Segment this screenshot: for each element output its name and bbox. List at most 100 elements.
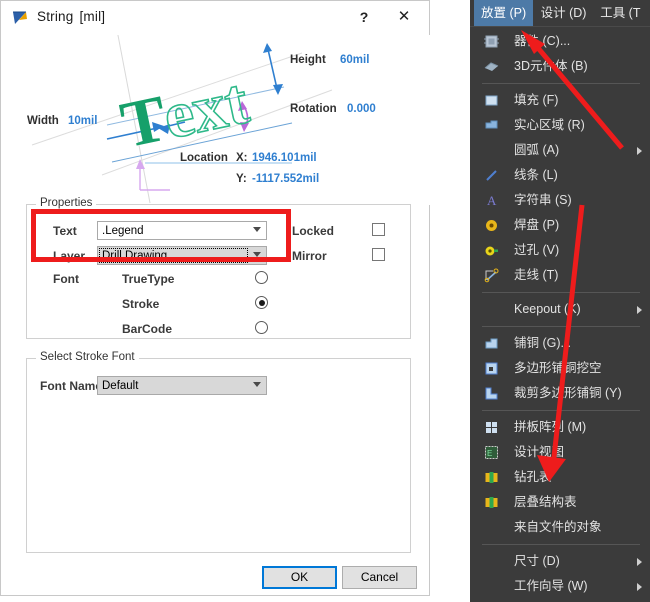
place-menu-panel: 放置 (P) 设计 (D) 工具 (T 器件 (C)... 3D元件体 (B) 填充 (…: [470, 0, 650, 602]
properties-group-title: Properties: [36, 197, 97, 209]
width-label: Width: [27, 115, 59, 127]
rotation-label: Rotation: [290, 103, 337, 115]
menubar-item-0[interactable]: 放置 (P): [474, 0, 534, 26]
menu-item-12[interactable]: 多边形铺铜挖空: [470, 356, 650, 381]
select-stroke-font-group: Select Stroke Font Font Name Default: [26, 351, 411, 553]
font-name-combobox[interactable]: Default: [97, 376, 267, 395]
menu-item-label: 填充 (F): [514, 93, 559, 107]
svg-text:A: A: [487, 193, 497, 208]
font-option-barcode-label: BarCode: [122, 322, 173, 336]
menubar-item-1[interactable]: 设计 (D): [534, 0, 594, 26]
menu-item-8[interactable]: 过孔 (V): [470, 238, 650, 263]
menu-item-label: 圆弧 (A): [514, 143, 560, 157]
menu-item-label: 铺铜 (G)...: [514, 336, 571, 350]
chevron-right-icon: [637, 147, 642, 155]
menu-item-16[interactable]: 钻孔表: [470, 465, 650, 490]
menu-item-11[interactable]: 铺铜 (G)...: [470, 331, 650, 356]
menu-item-13[interactable]: 裁剪多边形铺铜 (Y): [470, 381, 650, 406]
width-value: 10mil: [68, 115, 97, 127]
menu-item-2[interactable]: 填充 (F): [470, 88, 650, 113]
font-option-stroke-radio[interactable]: [255, 296, 268, 309]
select-stroke-font-group-title: Select Stroke Font: [36, 351, 139, 363]
text-combobox[interactable]: .Legend: [97, 221, 267, 240]
pad-icon: [484, 218, 499, 233]
height-value: 60mil: [340, 54, 369, 66]
menu-item-4[interactable]: 圆弧 (A): [470, 138, 650, 163]
fill-icon: [484, 93, 499, 108]
menu-item-18[interactable]: 来自文件的对象: [470, 515, 650, 540]
menu-item-14[interactable]: 拼板阵列 (M): [470, 415, 650, 440]
menubar-item-2[interactable]: 工具 (T: [593, 0, 647, 26]
menu-item-3[interactable]: 实心区域 (R): [470, 113, 650, 138]
body3d-icon: [484, 59, 499, 74]
font-option-barcode-radio[interactable]: [255, 321, 268, 334]
layer-stack-table-icon: [484, 495, 499, 510]
menu-item-5[interactable]: 线条 (L): [470, 163, 650, 188]
font-name-combobox-value: Default: [102, 380, 139, 392]
menu-item-1[interactable]: 3D元件体 (B): [470, 54, 650, 79]
solid-region-icon: [484, 118, 499, 133]
menu-item-label: 设计视图: [514, 445, 565, 459]
menu-item-19[interactable]: 尺寸 (D): [470, 549, 650, 574]
chevron-right-icon: [637, 583, 642, 591]
preview-sample-text-outline: ext: [157, 64, 255, 153]
menu-item-15[interactable]: E 设计视图: [470, 440, 650, 465]
locked-checkbox[interactable]: [372, 223, 385, 236]
menu-item-10[interactable]: Keepout (K): [470, 297, 650, 322]
dialog-title-unit: [mil]: [79, 9, 106, 24]
menu-separator: [482, 410, 640, 411]
menu-item-label: 线条 (L): [514, 168, 558, 182]
dialog-title: String [mil]: [37, 9, 105, 24]
layer-combobox-value: Drill Drawing: [102, 250, 168, 262]
menubar: 放置 (P) 设计 (D) 工具 (T: [470, 0, 650, 27]
track-icon: [484, 268, 499, 283]
menu-separator: [482, 544, 640, 545]
locked-label: Locked: [292, 224, 335, 238]
location-label: Location: [180, 152, 228, 164]
menu-item-label: 字符串 (S): [514, 193, 572, 207]
string-icon: A: [484, 193, 499, 208]
close-button[interactable]: ✕: [391, 6, 417, 28]
dialog-title-text: String: [37, 9, 74, 24]
location-x-value: 1946.101mil: [252, 152, 317, 164]
menu-item-7[interactable]: 焊盘 (P): [470, 213, 650, 238]
mirror-checkbox[interactable]: [372, 248, 385, 261]
menu-separator: [482, 326, 640, 327]
place-menu-list: 器件 (C)... 3D元件体 (B) 填充 (F) 实心区域 (R) 圆弧 (A) 线条…: [470, 27, 650, 599]
polygon-icon: [484, 336, 499, 351]
menu-item-label: 多边形铺铜挖空: [514, 361, 602, 375]
menu-item-label: 过孔 (V): [514, 243, 560, 257]
chevron-right-icon: [637, 306, 642, 314]
component-icon: [484, 34, 499, 49]
chevron-right-icon: [637, 558, 642, 566]
dialog-titlebar: String [mil] ? ✕: [1, 1, 429, 35]
properties-group: Properties Text .Legend Layer Drill Draw…: [26, 197, 411, 339]
font-option-truetype-radio[interactable]: [255, 271, 268, 284]
menu-item-17[interactable]: 层叠结构表: [470, 490, 650, 515]
altium-string-icon: [12, 10, 29, 26]
ok-button[interactable]: OK: [262, 566, 337, 589]
location-y-label: Y:: [236, 173, 247, 185]
line-icon: [484, 168, 499, 183]
cancel-button[interactable]: Cancel: [342, 566, 417, 589]
menu-separator: [482, 83, 640, 84]
text-label: Text: [53, 224, 77, 238]
menu-item-label: Keepout (K): [514, 302, 581, 316]
mirror-label: Mirror: [292, 249, 327, 263]
layer-combobox[interactable]: Drill Drawing: [97, 246, 267, 265]
menu-item-label: 拼板阵列 (M): [514, 420, 587, 434]
menu-item-0[interactable]: 器件 (C)...: [470, 29, 650, 54]
menu-item-6[interactable]: A 字符串 (S): [470, 188, 650, 213]
help-button[interactable]: ?: [351, 6, 377, 28]
svg-text:E: E: [487, 449, 492, 458]
text-combobox-value: .Legend: [102, 225, 144, 237]
menu-item-20[interactable]: 工作向导 (W): [470, 574, 650, 599]
font-option-stroke-label: Stroke: [122, 297, 160, 311]
menu-item-9[interactable]: 走线 (T): [470, 263, 650, 288]
drill-table-icon: [484, 470, 499, 485]
chevron-down-icon: [253, 226, 262, 235]
menu-item-label: 来自文件的对象: [514, 520, 602, 534]
menu-item-label: 焊盘 (P): [514, 218, 560, 232]
height-label: Height: [290, 54, 326, 66]
font-name-label: Font Name: [40, 379, 103, 393]
